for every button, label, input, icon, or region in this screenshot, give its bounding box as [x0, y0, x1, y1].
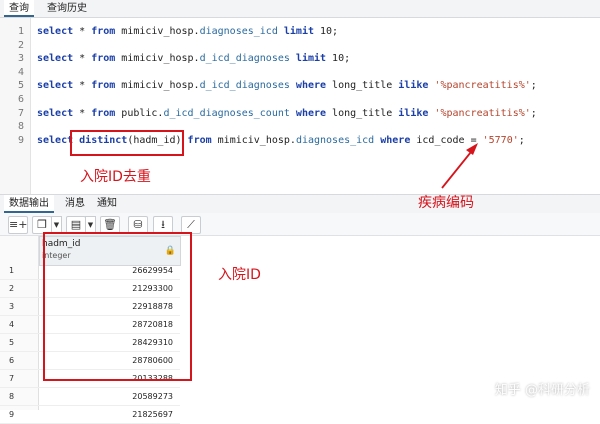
watermark: 知乎 @科研分析: [494, 383, 590, 398]
column-annotation: 入院ID: [218, 267, 261, 283]
row-number: 9: [9, 410, 15, 419]
hadm-id-column-highlight-box: [43, 232, 192, 381]
table-cell-hadm-id[interactable]: 21825697: [39, 410, 173, 419]
